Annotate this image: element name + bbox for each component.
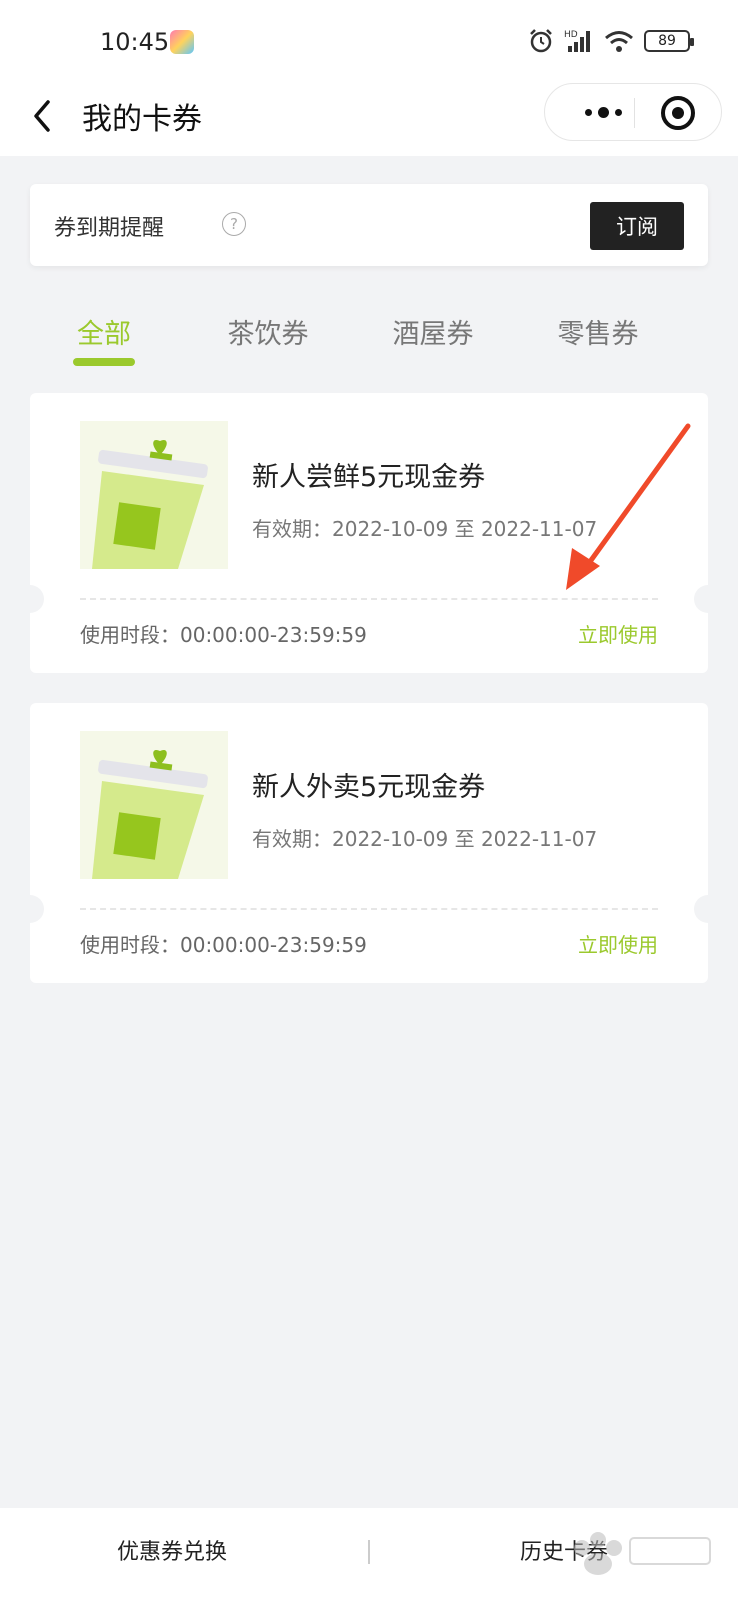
nav-bar: 我的卡券 bbox=[0, 78, 738, 156]
coupon-validity: 有效期：2022-10-09 至 2022-11-07 bbox=[252, 827, 598, 851]
coupon-thumbnail bbox=[80, 421, 228, 569]
tea-cup-icon bbox=[92, 439, 208, 569]
tea-cup-icon bbox=[92, 749, 208, 879]
active-tab-indicator bbox=[73, 358, 135, 366]
coupon-exchange-button[interactable]: 优惠券兑换 bbox=[117, 1534, 227, 1566]
help-icon[interactable]: ? bbox=[222, 212, 246, 236]
coupon-card[interactable]: 新人外卖5元现金券 有效期：2022-10-09 至 2022-11-07 使用… bbox=[16, 703, 722, 983]
reminder-label: 券到期提醒 bbox=[54, 216, 165, 241]
annotation-arrow-icon bbox=[566, 423, 691, 590]
signal-icon: HD bbox=[564, 30, 590, 52]
coupon-divider bbox=[80, 598, 658, 600]
status-bar: 10:45 HD 89 bbox=[0, 0, 738, 78]
coupon-tabs: 全部 茶饮券 酒屋券 零售券 bbox=[0, 306, 738, 366]
tab-all[interactable]: 全部 bbox=[44, 312, 164, 351]
capsule-divider bbox=[634, 98, 635, 128]
coupon-name: 新人外卖5元现金券 bbox=[252, 772, 486, 803]
coupon-validity: 有效期：2022-10-09 至 2022-11-07 bbox=[252, 517, 598, 541]
coupon-use-period: 使用时段：00:00:00-23:59:59 bbox=[80, 623, 367, 647]
battery-icon: 89 bbox=[644, 30, 694, 52]
bottom-divider bbox=[368, 1540, 370, 1564]
page-title: 我的卡券 bbox=[82, 102, 202, 137]
coupon-use-period: 使用时段：00:00:00-23:59:59 bbox=[80, 933, 367, 957]
tab-tea[interactable]: 茶饮券 bbox=[208, 312, 328, 351]
coupon-notch-right bbox=[694, 895, 722, 923]
baidu-jingyan-watermark-icon bbox=[574, 1532, 711, 1575]
wifi-icon bbox=[605, 31, 633, 52]
coupon-notch-left bbox=[16, 895, 44, 923]
use-now-button[interactable]: 立即使用 bbox=[578, 619, 658, 648]
expiry-reminder-card: 券到期提醒 ? 订阅 bbox=[30, 184, 708, 266]
status-time: 10:45 bbox=[100, 28, 170, 56]
tab-retail[interactable]: 零售券 bbox=[538, 312, 658, 351]
close-miniprogram-icon[interactable] bbox=[661, 96, 695, 130]
coupon-thumbnail bbox=[80, 731, 228, 879]
use-now-button[interactable]: 立即使用 bbox=[578, 929, 658, 958]
signal-hd-label: HD bbox=[564, 30, 578, 40]
tab-bar[interactable]: 酒屋券 bbox=[373, 312, 493, 351]
coupon-name: 新人尝鲜5元现金券 bbox=[252, 462, 486, 493]
alarm-icon bbox=[530, 29, 552, 53]
more-icon[interactable] bbox=[573, 84, 633, 140]
back-arrow-icon[interactable] bbox=[28, 96, 58, 136]
coupon-notch-left bbox=[16, 585, 44, 613]
battery-level: 89 bbox=[658, 33, 676, 49]
subscribe-button[interactable]: 订阅 bbox=[590, 202, 684, 250]
coupon-divider bbox=[80, 908, 658, 910]
miniprogram-capsule bbox=[544, 83, 722, 141]
game-app-icon bbox=[170, 30, 194, 54]
status-icons: HD 89 bbox=[528, 28, 694, 54]
